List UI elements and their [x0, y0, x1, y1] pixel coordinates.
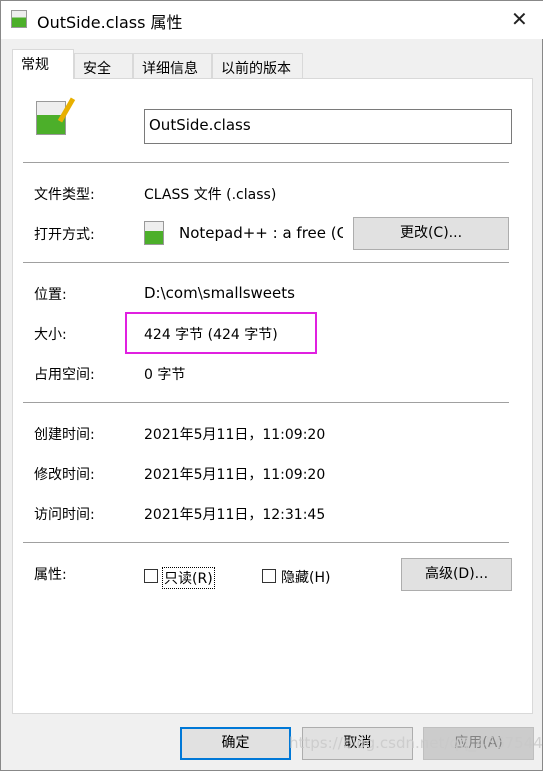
created-value: 2021年5月11日，11:09:20	[144, 427, 326, 443]
divider	[23, 162, 509, 163]
size-on-disk-value: 0 字节	[144, 367, 186, 383]
hidden-label[interactable]: 隐藏(H)	[281, 567, 330, 587]
open-with-label: 打开方式:	[34, 227, 95, 243]
file-type-label: 文件类型:	[34, 187, 95, 203]
tab-previous-versions[interactable]: 以前的版本	[212, 53, 303, 78]
general-panel	[12, 78, 533, 714]
accessed-label: 访问时间:	[34, 507, 95, 523]
notepad-app-icon	[144, 221, 164, 245]
readonly-checkbox[interactable]	[144, 569, 158, 583]
watermark: https://blog.csdn.net/qq_45675449	[289, 734, 543, 752]
location-value: D:\com\smallsweets	[144, 284, 295, 302]
size-on-disk-label: 占用空间:	[34, 367, 95, 383]
modified-value: 2021年5月11日，11:09:20	[144, 467, 326, 483]
ok-button[interactable]: 确定	[180, 727, 291, 760]
notepad-file-icon	[36, 97, 76, 135]
hidden-checkbox[interactable]	[262, 569, 276, 583]
notepad-file-icon	[11, 10, 27, 28]
accessed-value: 2021年5月11日，12:31:45	[144, 507, 326, 523]
tab-general[interactable]: 常规	[12, 49, 74, 79]
advanced-button[interactable]: 高级(D)...	[401, 558, 512, 591]
window-title: OutSide.class 属性	[37, 13, 183, 32]
close-icon[interactable]: ✕	[511, 7, 528, 31]
created-label: 创建时间:	[34, 427, 95, 443]
size-value: 424 字节 (424 字节)	[144, 327, 278, 343]
file-name-input[interactable]: OutSide.class	[144, 109, 512, 144]
open-with-value: Notepad++ : a free (GN	[179, 224, 343, 242]
size-label: 大小:	[34, 327, 67, 343]
divider	[23, 542, 509, 543]
attributes-label: 属性:	[34, 567, 67, 583]
divider	[23, 402, 509, 403]
location-label: 位置:	[34, 287, 67, 303]
change-button[interactable]: 更改(C)...	[353, 217, 509, 250]
divider	[23, 262, 509, 263]
tab-details[interactable]: 详细信息	[133, 53, 212, 78]
file-type-value: CLASS 文件 (.class)	[144, 187, 277, 203]
tab-security[interactable]: 安全	[74, 53, 133, 78]
readonly-label[interactable]: 只读(R)	[162, 567, 215, 589]
modified-label: 修改时间:	[34, 467, 95, 483]
